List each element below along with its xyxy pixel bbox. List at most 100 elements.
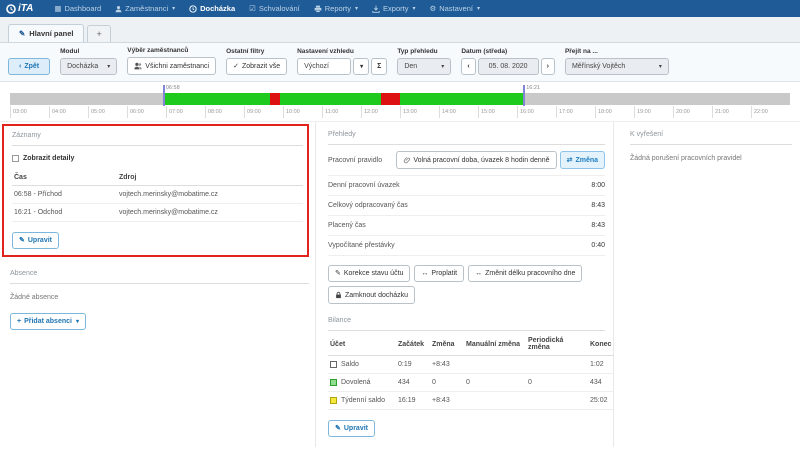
table-row[interactable]: 06:58 - Příchod vojtech.merinsky@mobatim… <box>12 185 303 204</box>
action-label: Proplatit <box>431 270 458 277</box>
export-icon <box>372 5 380 13</box>
app-logo[interactable]: iTA <box>6 3 33 14</box>
show-details-label: Zobrazit detaily <box>23 155 75 162</box>
toolbar: ‹ Zpět Modul Docházka ▾ Výběr zaměstnanc… <box>0 43 800 82</box>
nav-item-settings[interactable]: ⚙ Nastavení ▾ <box>422 0 487 17</box>
prev-day-button[interactable]: ‹ <box>461 58 476 75</box>
edit-balance-button[interactable]: ✎ Upravit <box>328 420 375 437</box>
work-rule-label: Pracovní pravidlo <box>328 156 383 164</box>
show-details-row[interactable]: Zobrazit detaily <box>12 155 303 162</box>
balance-change: +8:43 <box>430 355 464 374</box>
edit-records-button[interactable]: ✎ Upravit <box>12 232 59 249</box>
tab-label: Hlavní panel <box>29 29 74 38</box>
balance-col: Manuální změna <box>464 333 526 356</box>
tab-main-panel[interactable]: ✎ Hlavní panel <box>8 24 85 42</box>
sigma-icon: Σ <box>377 63 382 70</box>
account-name: Týdenní saldo <box>341 397 385 404</box>
records-section-title: Záznamy <box>12 127 303 146</box>
pencil-icon: ✎ <box>335 270 341 277</box>
pencil-icon: ✎ <box>19 237 25 244</box>
chevron-down-icon: ▾ <box>658 64 662 70</box>
chevron-left-icon: ‹ <box>467 63 470 70</box>
view-type-select[interactable]: Den ▾ <box>397 58 452 75</box>
show-details-checkbox[interactable] <box>12 155 19 162</box>
nav-item-attendance[interactable]: Docházka <box>182 0 242 17</box>
clock-out-marker: 16:21 <box>523 85 540 106</box>
goto-value: Měřínský Vojtěch <box>571 63 626 70</box>
clock-out-marker-label: 16:21 <box>526 85 540 91</box>
view-type-group: Typ přehledu Den ▾ <box>397 48 452 75</box>
overview-column: Přehledy Pracovní pravidlo Volná pracovn… <box>316 122 614 447</box>
nav-label: Reporty <box>324 4 351 13</box>
all-employees-label: Všichni zaměstnanci <box>145 62 210 70</box>
appearance-dropdown-button[interactable]: ▾ <box>353 58 370 75</box>
link-icon <box>404 157 411 164</box>
timeline-segment-idle <box>10 93 163 105</box>
timeline-bar <box>10 93 790 105</box>
chevron-down-icon: ▾ <box>360 64 364 70</box>
timeline-segment-work <box>279 93 382 105</box>
filters-label: Ostatní filtry <box>226 48 265 55</box>
table-row[interactable]: Týdenní saldo 16:19 +8:43 25:02 <box>328 391 614 410</box>
add-tab-button[interactable]: + <box>87 25 111 42</box>
nav-label: Nastavení <box>439 4 473 13</box>
timeline-hour-label: 08:00 <box>205 106 222 118</box>
timeline-hour-label: 17:00 <box>556 106 573 118</box>
add-absence-button[interactable]: + Přidat absenci ▾ <box>10 313 86 330</box>
change-rule-button[interactable]: ⇄ Změna <box>559 151 605 169</box>
balance-table: Účet Začátek Změna Manuální změna Period… <box>328 333 614 410</box>
all-employees-button[interactable]: Všichni zaměstnanci <box>127 57 217 75</box>
table-row[interactable]: Saldo 0:19 +8:43 1:02 <box>328 355 614 374</box>
back-label: Zpět <box>24 63 40 70</box>
plus-icon: + <box>17 318 22 325</box>
module-select[interactable]: Docházka ▾ <box>60 58 118 75</box>
appearance-select[interactable]: Výchozí <box>297 58 352 75</box>
account-correction-button[interactable]: ✎ Korekce stavu účtu <box>328 265 411 282</box>
date-value[interactable]: 05. 08. 2020 <box>477 58 539 75</box>
goto-employee-select[interactable]: Měřínský Vojtěch ▾ <box>564 58 669 75</box>
work-rule-button[interactable]: Volná pracovní doba, úvazek 8 hodin denn… <box>396 151 557 169</box>
next-day-button[interactable]: › <box>540 58 555 75</box>
payout-button[interactable]: ↔ Proplatit <box>414 265 465 282</box>
sum-button[interactable]: Σ <box>371 58 388 75</box>
dashboard-icon: ▦ <box>54 3 62 13</box>
balance-change: 0 <box>430 373 464 392</box>
record-source: vojtech.merinsky@mobatime.cz <box>117 203 303 222</box>
nav-item-dashboard[interactable]: ▦ Dashboard <box>47 0 108 17</box>
show-all-filters-button[interactable]: ✓ Zobrazit vše <box>226 58 288 75</box>
timeline-hour-label: 13:00 <box>400 106 417 118</box>
balance-start: 16:19 <box>396 391 430 410</box>
day-timeline[interactable]: 03:00 04:00 05:00 06:00 07:00 08:00 09:00 10:00… <box>10 85 790 121</box>
table-row[interactable]: Dovolená 434 0 0 0 434 <box>328 373 614 392</box>
nav-label: Dashboard <box>64 4 102 13</box>
stat-value: 0:40 <box>591 242 605 249</box>
table-row[interactable]: 16:21 - Odchod vojtech.merinsky@mobatime… <box>12 203 303 222</box>
timeline-hour-label: 03:00 <box>10 106 27 118</box>
nav-item-reports[interactable]: Reporty ▾ <box>307 0 365 17</box>
logo-text: iTA <box>18 3 34 14</box>
balance-col: Začátek <box>396 333 430 356</box>
stat-value: 8:00 <box>591 182 605 189</box>
issues-column: K vyřešení Žádná porušení pracovních pra… <box>614 122 800 447</box>
nav-label: Zaměstnanci <box>125 4 169 13</box>
lock-attendance-button[interactable]: Zamknout docházku <box>328 286 416 304</box>
arrows-icon: ↔ <box>475 270 483 277</box>
nav-item-exports[interactable]: Exporty ▾ <box>365 0 422 17</box>
chevron-down-icon: ▾ <box>107 64 111 70</box>
stat-label: Denní pracovní úvazek <box>328 182 400 189</box>
chevron-down-icon: ▾ <box>441 64 445 70</box>
timeline-segment-work <box>400 93 524 105</box>
chevron-down-icon: ▾ <box>75 319 79 325</box>
work-rule-value: Volná pracovní doba, úvazek 8 hodin denn… <box>413 156 550 164</box>
back-button[interactable]: ‹ Zpět <box>8 58 51 75</box>
clock-in-marker-label: 06:58 <box>165 85 180 91</box>
chevron-left-icon: ‹ <box>19 63 22 70</box>
timeline-hour-label: 18:00 <box>595 106 612 118</box>
chevron-down-icon: ▾ <box>476 6 480 12</box>
swap-icon: ⇄ <box>566 156 573 164</box>
timeline-hour-label: 14:00 <box>439 106 456 118</box>
module-label: Modul <box>60 48 80 55</box>
nav-item-employees[interactable]: Zaměstnanci ▾ <box>108 0 182 17</box>
change-workday-length-button[interactable]: ↔ Změnit délku pracovního dne <box>468 265 583 282</box>
nav-item-approvals[interactable]: ☑ Schvalování <box>242 0 307 17</box>
